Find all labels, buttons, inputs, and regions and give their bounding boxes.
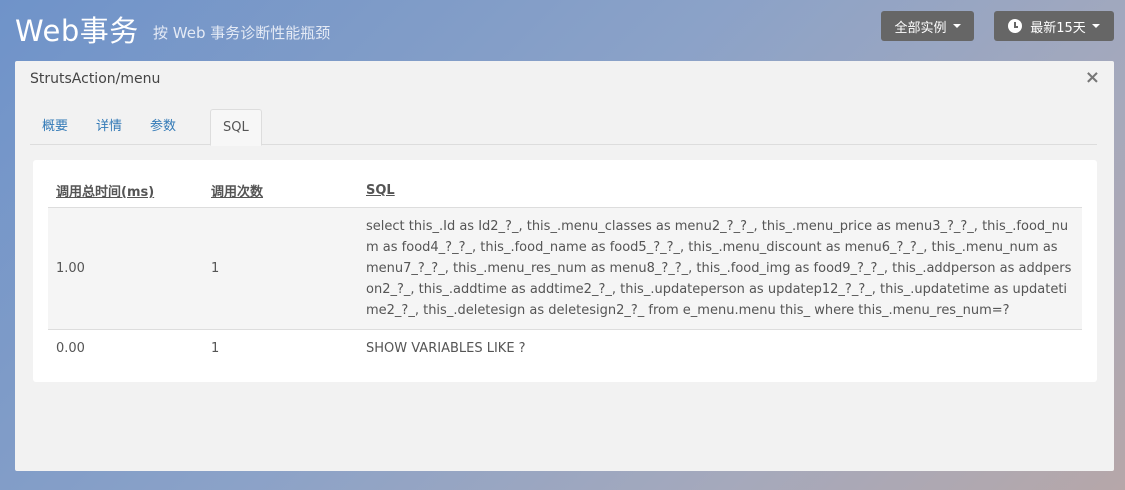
tab-parameters[interactable]: 参数 (138, 109, 188, 145)
sql-cell: select this_.Id as Id2_?_, this_.menu_cl… (358, 207, 1082, 330)
top-bar: Web事务 按 Web 事务诊断性能瓶颈 全部实例 最新15天 (0, 0, 1125, 60)
total-time-cell: 0.00 (56, 341, 85, 357)
sql-table: 调用总时间(ms) 调用次数 SQL 1.00 1 select this_.I… (48, 174, 1082, 368)
time-period-label: 最新15天 (1030, 20, 1086, 36)
call-count-cell: 1 (203, 207, 358, 330)
tab-bar: 概要 详情 参数 SQL (30, 109, 1097, 146)
transaction-detail-dialog: StrutsAction/menu × 概要 详情 参数 SQL 调用总时间(m… (15, 61, 1114, 471)
close-icon[interactable]: × (1085, 67, 1100, 88)
page-subtitle: 按 Web 事务诊断性能瓶颈 (153, 24, 331, 42)
chevron-down-icon (1091, 24, 1100, 28)
call-count-cell: 1 (211, 341, 220, 357)
table-row: 0.00 1 SHOW VARIABLES LIKE ? (48, 329, 1082, 368)
column-header-sql[interactable]: SQL (358, 174, 1082, 208)
tab-sql[interactable]: SQL (210, 109, 262, 146)
tab-details[interactable]: 详情 (84, 109, 134, 145)
sql-panel: 调用总时间(ms) 调用次数 SQL 1.00 1 select this_.I… (33, 160, 1097, 382)
instances-dropdown[interactable]: 全部实例 (881, 11, 974, 41)
tab-overview[interactable]: 概要 (30, 109, 80, 145)
page-title: Web事务 (15, 14, 139, 48)
instances-dropdown-label: 全部实例 (894, 20, 947, 36)
dialog-title: StrutsAction/menu (30, 71, 161, 87)
time-period-dropdown[interactable]: 最新15天 (994, 11, 1114, 41)
chevron-down-icon (952, 24, 961, 28)
column-header-call-count[interactable]: 调用次数 (203, 174, 358, 208)
table-row: 1.00 1 select this_.Id as Id2_?_, this_.… (48, 207, 1082, 330)
sql-cell: SHOW VARIABLES LIKE ? (366, 341, 526, 357)
clock-icon (1008, 19, 1023, 33)
column-header-total-time[interactable]: 调用总时间(ms) (48, 174, 203, 208)
total-time-cell: 1.00 (48, 207, 203, 330)
